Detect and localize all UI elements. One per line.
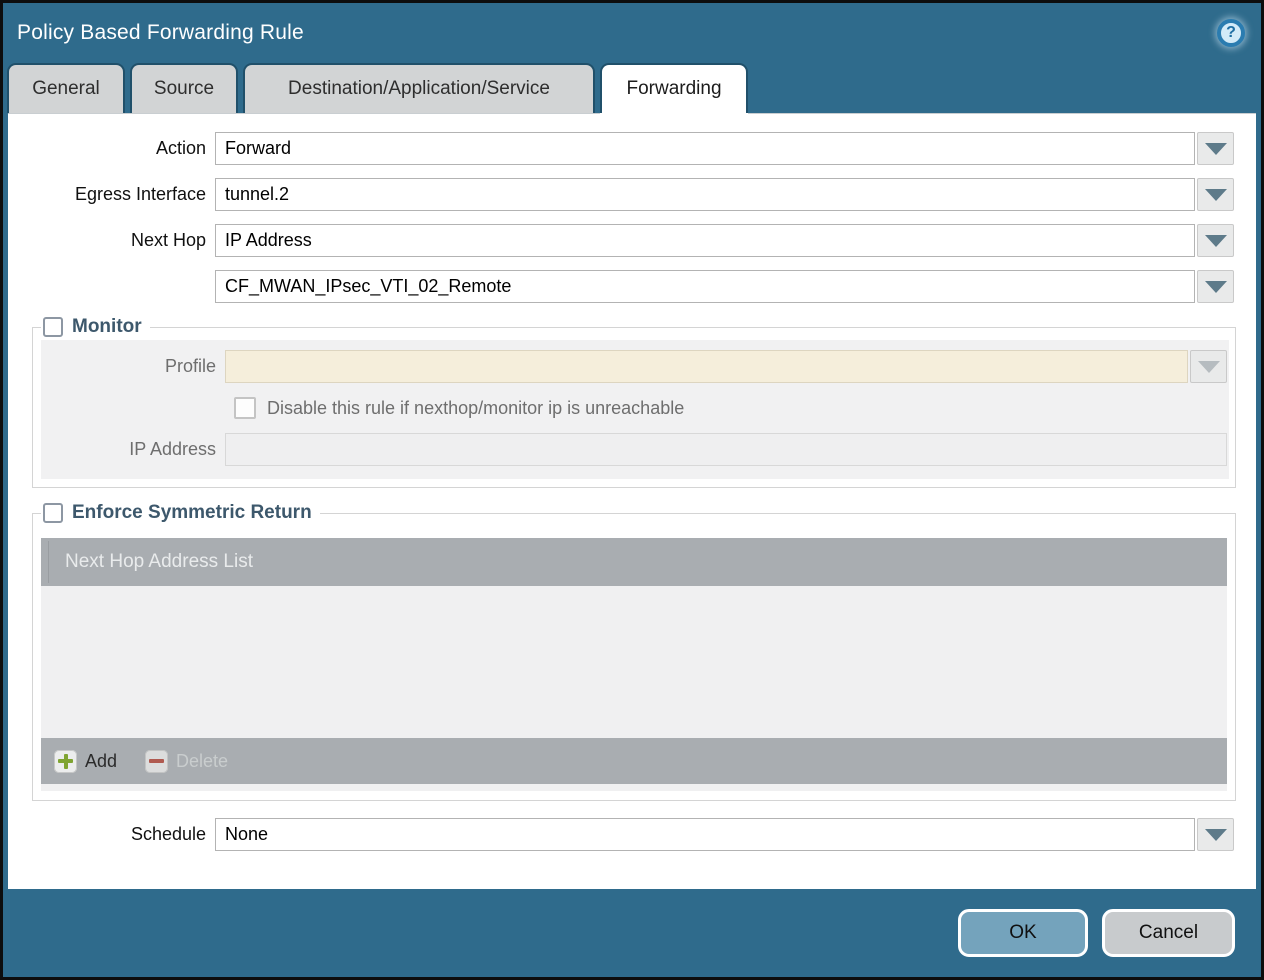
next-hop-address-list-body[interactable] — [41, 586, 1227, 738]
tab-bar: General Source Destination/Application/S… — [3, 63, 1261, 113]
next-hop-label: Next Hop — [8, 230, 215, 251]
enforce-symmetric-return-group: Enforce Symmetric Return Next Hop Addres… — [32, 502, 1236, 801]
policy-based-forwarding-dialog: Policy Based Forwarding Rule ? General S… — [0, 0, 1264, 980]
profile-label: Profile — [41, 356, 225, 377]
action-input[interactable] — [215, 132, 1195, 165]
monitor-legend: Monitor — [41, 316, 150, 338]
schedule-dropdown-button[interactable] — [1197, 818, 1234, 851]
egress-interface-row: Egress Interface — [8, 178, 1234, 211]
next-hop-address-input[interactable] — [215, 270, 1195, 303]
tab-general[interactable]: General — [7, 63, 125, 113]
help-icon[interactable]: ? — [1217, 19, 1245, 47]
tab-destination-application-service[interactable]: Destination/Application/Service — [243, 63, 595, 113]
schedule-combo — [215, 818, 1234, 851]
chevron-down-icon — [1205, 235, 1227, 247]
schedule-label: Schedule — [8, 824, 215, 845]
dialog-title: Policy Based Forwarding Rule — [17, 21, 304, 45]
action-combo — [215, 132, 1234, 165]
action-dropdown-button[interactable] — [1197, 132, 1234, 165]
profile-dropdown-button — [1190, 350, 1227, 383]
enforce-symmetric-return-legend: Enforce Symmetric Return — [41, 502, 320, 524]
plus-icon — [54, 750, 77, 773]
monitor-panel: Profile Disable this rule if nexthop/mon… — [41, 340, 1229, 479]
cancel-button[interactable]: Cancel — [1102, 909, 1235, 957]
dialog-footer: OK Cancel — [3, 889, 1261, 977]
ok-button[interactable]: OK — [958, 909, 1088, 957]
enforce-symmetric-return-checkbox[interactable] — [43, 503, 63, 523]
monitor-ip-label: IP Address — [41, 439, 225, 460]
schedule-input[interactable] — [215, 818, 1195, 851]
monitor-checkbox[interactable] — [43, 317, 63, 337]
monitor-legend-label: Monitor — [72, 316, 142, 338]
egress-interface-label: Egress Interface — [8, 184, 215, 205]
next-hop-row: Next Hop — [8, 224, 1234, 257]
schedule-row: Schedule — [8, 818, 1234, 851]
enforce-symmetric-return-legend-label: Enforce Symmetric Return — [72, 502, 312, 524]
next-hop-address-dropdown-button[interactable] — [1197, 270, 1234, 303]
egress-interface-input[interactable] — [215, 178, 1195, 211]
next-hop-combo — [215, 224, 1234, 257]
chevron-down-icon — [1198, 361, 1220, 373]
next-hop-type-input[interactable] — [215, 224, 1195, 257]
chevron-down-icon — [1205, 281, 1227, 293]
chevron-down-icon — [1205, 143, 1227, 155]
disable-rule-row: Disable this rule if nexthop/monitor ip … — [234, 397, 1227, 419]
chevron-down-icon — [1205, 829, 1227, 841]
add-button-label: Add — [85, 751, 117, 772]
monitor-ip-row: IP Address — [41, 433, 1227, 466]
disable-rule-label: Disable this rule if nexthop/monitor ip … — [267, 398, 684, 419]
chevron-down-icon — [1205, 189, 1227, 201]
next-hop-dropdown-button[interactable] — [1197, 224, 1234, 257]
profile-row: Profile — [41, 350, 1227, 383]
tab-forwarding[interactable]: Forwarding — [600, 63, 748, 113]
next-hop-address-list-table: Next Hop Address List Add Delete — [41, 538, 1227, 791]
titlebar: Policy Based Forwarding Rule ? — [3, 3, 1261, 63]
tab-source[interactable]: Source — [130, 63, 238, 113]
profile-combo — [225, 350, 1227, 383]
disable-rule-checkbox[interactable] — [234, 397, 256, 419]
next-hop-address-combo — [215, 270, 1234, 303]
monitor-group: Monitor Profile Disable this rule if nex… — [32, 316, 1236, 488]
egress-interface-combo — [215, 178, 1234, 211]
forwarding-tab-panel: Action Egress Interface Next Hop — [8, 113, 1256, 889]
action-label: Action — [8, 138, 215, 159]
egress-interface-dropdown-button[interactable] — [1197, 178, 1234, 211]
action-row: Action — [8, 132, 1234, 165]
profile-input — [225, 350, 1188, 383]
delete-button-label: Delete — [176, 751, 228, 772]
delete-button[interactable]: Delete — [145, 750, 228, 773]
minus-icon — [145, 750, 168, 773]
next-hop-address-list-header: Next Hop Address List — [41, 538, 1227, 586]
add-button[interactable]: Add — [54, 750, 117, 773]
next-hop-address-list-toolbar: Add Delete — [41, 738, 1227, 784]
monitor-ip-combo — [225, 433, 1227, 466]
monitor-ip-input — [225, 433, 1227, 466]
next-hop-address-row — [8, 270, 1234, 303]
